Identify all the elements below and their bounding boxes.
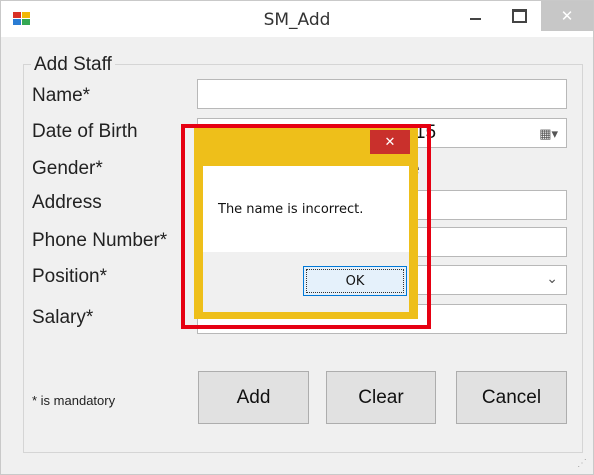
dob-label: Date of Birth (32, 121, 138, 142)
address-label: Address (32, 192, 102, 213)
groupbox-title: Add Staff (31, 54, 115, 76)
minimize-icon (469, 18, 481, 20)
minimize-button[interactable] (453, 1, 497, 31)
maximize-icon (511, 9, 527, 23)
maximize-button[interactable] (497, 1, 541, 31)
resize-grip-icon[interactable]: ⋰ (577, 458, 589, 470)
salary-label: Salary* (32, 307, 94, 328)
name-input[interactable] (197, 79, 567, 109)
calendar-dropdown-icon[interactable]: ▦▾ (539, 126, 558, 142)
chevron-down-icon[interactable]: ⌄ (546, 270, 558, 287)
highlight-box (181, 124, 431, 329)
title-bar[interactable]: SM_Add ✕ (1, 1, 593, 37)
position-label: Position* (32, 266, 107, 287)
mandatory-note: * is mandatory (32, 393, 116, 408)
name-label: Name* (32, 85, 91, 106)
phone-label: Phone Number* (32, 230, 168, 251)
clear-button[interactable]: Clear (326, 371, 436, 424)
cancel-button[interactable]: Cancel (456, 371, 567, 424)
gender-label: Gender* (32, 158, 103, 179)
add-button[interactable]: Add (198, 371, 309, 424)
close-icon: ✕ (560, 7, 574, 25)
sm-add-window: SM_Add ✕ Add Staff Name* Date of Birth W… (0, 0, 594, 475)
close-button[interactable]: ✕ (541, 1, 593, 31)
